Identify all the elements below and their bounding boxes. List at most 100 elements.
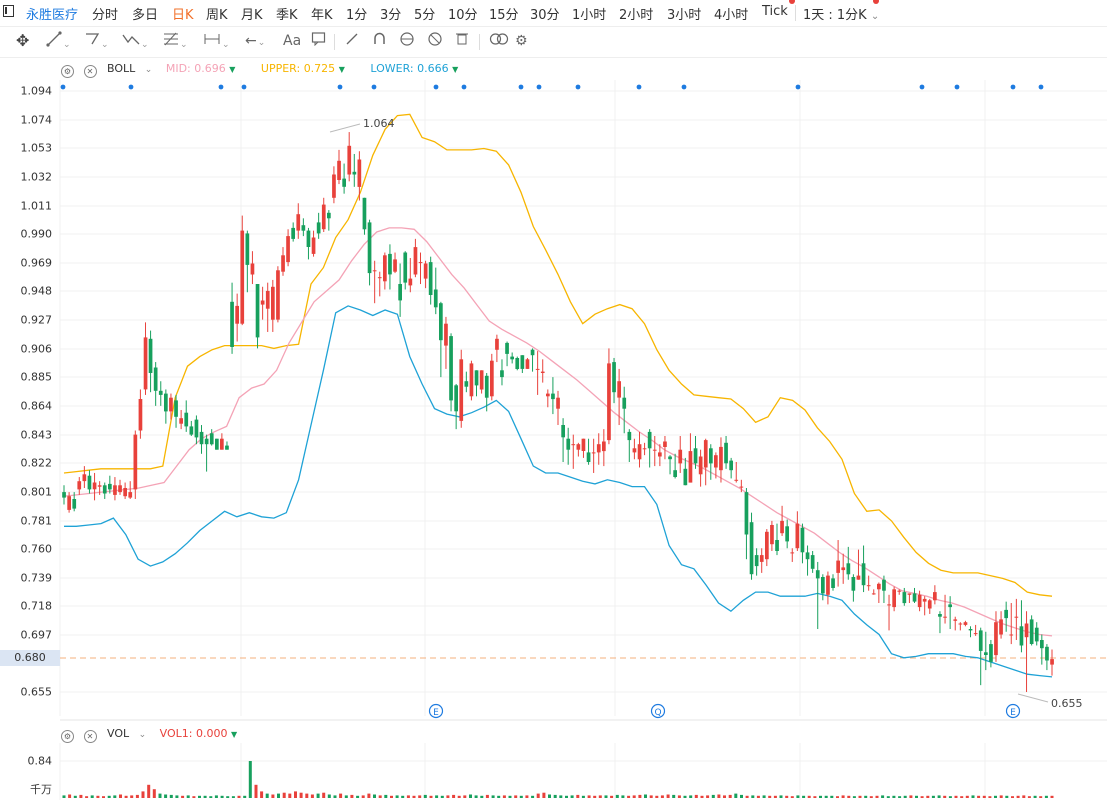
candle-body xyxy=(765,531,769,560)
candle-body xyxy=(632,448,637,453)
candle-body xyxy=(449,336,453,401)
volume-bar xyxy=(728,794,732,798)
volume-bar xyxy=(480,795,484,798)
low-leader-line xyxy=(1017,693,1049,703)
volume-bar xyxy=(502,795,506,798)
volume-bar xyxy=(96,795,100,798)
volume-bar xyxy=(514,795,518,798)
volume-bar xyxy=(525,795,529,798)
volume-bar xyxy=(813,796,817,798)
candle-body xyxy=(933,592,937,601)
volume-bar xyxy=(474,795,478,798)
candle-body xyxy=(963,622,968,625)
candle-body xyxy=(474,370,479,386)
candle-body xyxy=(388,253,392,275)
volume-bar xyxy=(1039,796,1043,798)
volume-bar xyxy=(243,795,247,798)
candle-body xyxy=(153,367,158,391)
volume-bar xyxy=(333,795,337,798)
candle-body xyxy=(729,460,733,471)
candle-body xyxy=(612,362,616,393)
volume-bar xyxy=(113,795,117,798)
volume-bar xyxy=(265,793,269,798)
candle-body xyxy=(398,284,402,301)
candle-body xyxy=(739,486,744,488)
candle-body xyxy=(286,236,290,263)
candle-body xyxy=(367,222,372,274)
candle-body xyxy=(795,523,800,549)
candle-body xyxy=(1040,640,1044,649)
volume-bar xyxy=(1005,795,1009,798)
volume-bar xyxy=(491,795,495,798)
volume-axis-top: 0.84 xyxy=(27,754,53,768)
volume-bar xyxy=(542,792,546,798)
volume-bar xyxy=(931,795,935,798)
volume-bar xyxy=(689,795,693,798)
volume-bar xyxy=(836,796,839,798)
candle-body xyxy=(581,438,586,451)
volume-bar xyxy=(158,793,162,798)
volume-bar xyxy=(418,795,422,798)
volume-bar xyxy=(344,795,348,798)
volume-axis-unit: 千万 xyxy=(30,783,52,796)
volume-bar xyxy=(779,795,783,798)
candle-body xyxy=(800,527,805,553)
volume-bar xyxy=(384,794,388,798)
volume-bar xyxy=(920,796,924,798)
candle-body xyxy=(576,444,581,450)
volume-bar xyxy=(909,795,913,798)
volume-bar xyxy=(802,795,806,798)
candle-body xyxy=(754,555,759,567)
candle-body xyxy=(479,370,484,390)
candle-body xyxy=(158,390,163,395)
volume-bar xyxy=(553,794,557,798)
volume-bar xyxy=(260,791,264,798)
candle-body xyxy=(652,449,657,451)
volume-bar xyxy=(598,795,602,798)
volume-bar xyxy=(660,795,664,798)
volume-bar xyxy=(497,795,501,798)
candle-body xyxy=(97,485,102,487)
candle-body xyxy=(703,440,708,468)
candle-body xyxy=(744,492,749,535)
candle-body xyxy=(113,485,117,495)
candle-body xyxy=(1014,616,1019,618)
candle-body xyxy=(714,455,718,468)
volume-bar xyxy=(141,791,145,798)
candle-body xyxy=(642,448,647,450)
volume-bar xyxy=(198,795,201,798)
candle-body xyxy=(922,598,927,602)
volume-bar xyxy=(954,795,958,798)
volume-bar xyxy=(531,795,535,798)
volume-bar xyxy=(85,796,89,798)
candle-body xyxy=(428,262,433,295)
candle-body xyxy=(836,560,840,573)
volume-bar xyxy=(830,795,834,798)
candle-body xyxy=(861,563,866,586)
volume-bar xyxy=(937,795,941,798)
volume-bar xyxy=(485,794,489,798)
volume-bar xyxy=(570,795,574,798)
volume-bar xyxy=(644,794,647,798)
candle-body xyxy=(973,633,978,635)
kline-chart[interactable]: 1.064 0.655 E Q E xyxy=(0,0,1107,806)
candle-body xyxy=(887,604,891,606)
candle-body xyxy=(347,145,352,175)
volume-bar xyxy=(869,796,873,798)
candle-body xyxy=(851,577,856,591)
candle-body xyxy=(128,492,133,498)
boll-upper-line xyxy=(63,113,1053,597)
volume-bar xyxy=(858,795,862,798)
candle-body xyxy=(199,431,204,445)
candle-body xyxy=(271,286,275,320)
volume-bar xyxy=(350,794,354,798)
candle-body xyxy=(316,222,321,234)
event-dot xyxy=(954,84,960,90)
candle-body xyxy=(184,412,189,427)
volume-bar xyxy=(378,795,382,798)
candle-body xyxy=(841,567,846,571)
candle-body xyxy=(469,363,474,397)
candle-body xyxy=(815,570,820,579)
candle-body xyxy=(602,441,606,452)
candle-body xyxy=(194,419,199,438)
